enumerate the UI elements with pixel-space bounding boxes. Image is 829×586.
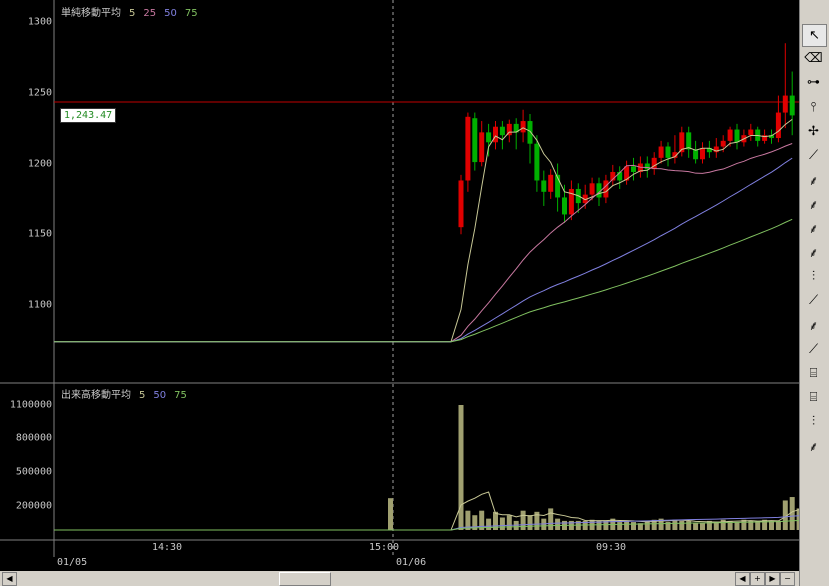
time-axis: 14:30 15:00 09:30 01/05 01/06 — [54, 540, 799, 571]
volume-bar — [693, 523, 699, 530]
date-label: 01/05 — [57, 557, 88, 568]
candle — [631, 166, 636, 172]
volume-bar — [734, 522, 740, 530]
horizontal-line-icon[interactable]: ⊶ — [802, 72, 825, 93]
volume-bar — [769, 520, 774, 530]
candle — [720, 140, 726, 147]
vol-ma-75-label: 75 — [174, 390, 187, 401]
candle — [534, 143, 540, 181]
candle — [782, 95, 788, 113]
candle — [644, 163, 650, 170]
fibonacci-icon[interactable]: ⸙ — [802, 193, 825, 214]
candle — [686, 132, 692, 150]
candle — [700, 147, 705, 160]
vol-ma-5-label: 5 — [139, 390, 146, 401]
volume-bar — [506, 515, 512, 530]
scroll-left-button[interactable]: ◀ — [735, 572, 750, 586]
scroll-left-button[interactable]: ◀ — [2, 572, 17, 586]
ma-25-line — [54, 143, 793, 343]
volume-bar — [679, 520, 685, 530]
candle — [789, 95, 795, 116]
volume-bar — [520, 510, 526, 530]
minimize-icon[interactable]: − — [780, 572, 795, 586]
candle — [775, 112, 781, 139]
price-legend-title: 単純移動平均 — [61, 8, 121, 19]
volume-bar — [548, 508, 554, 530]
scroll-right-button[interactable]: ▶ — [765, 572, 780, 586]
volume-bar — [755, 522, 761, 530]
candle — [472, 118, 478, 163]
speed-lines-icon[interactable]: ⸙ — [802, 218, 825, 239]
cycle-lines-icon[interactable]: ⫶ — [802, 411, 825, 432]
candle — [665, 146, 671, 158]
crosshair-icon[interactable]: ✢ — [802, 121, 825, 142]
price-legend: 単純移動平均 5 25 50 75 — [61, 4, 206, 19]
candle — [603, 180, 609, 198]
channel-icon[interactable]: ⟋ — [802, 339, 825, 360]
parallel-lines-icon[interactable]: ⫶ — [802, 266, 825, 287]
volume-bar — [686, 520, 692, 530]
pitchfork-icon[interactable]: ⸙ — [802, 435, 825, 456]
volume-bar — [458, 405, 464, 530]
candle — [562, 197, 567, 215]
ma-50-label: 50 — [164, 8, 177, 19]
horizontal-scrollbar[interactable]: ◀ ◀ + ▶ − — [0, 571, 799, 586]
candle — [658, 146, 664, 158]
parallel-channel-icon[interactable]: ⌸ — [802, 363, 825, 384]
current-price-tag: 1,243.47 — [60, 108, 117, 123]
candle — [734, 129, 740, 143]
candle — [486, 132, 492, 143]
time-tick: 14:30 — [151, 542, 183, 553]
volume-bar — [775, 520, 781, 530]
chart-canvas[interactable] — [0, 0, 799, 557]
candle — [479, 132, 485, 163]
vol-ma-50-label: 50 — [153, 390, 167, 401]
line-tool-icon[interactable]: ⟋ — [802, 290, 825, 311]
volume-bar — [388, 498, 393, 530]
ma-25-label: 25 — [143, 8, 157, 19]
candle — [548, 174, 554, 192]
candle — [520, 121, 526, 133]
fibonacci-fan-icon[interactable]: ⸙ — [802, 169, 825, 190]
time-tick: 09:30 — [595, 542, 627, 553]
volume-bar — [486, 518, 492, 530]
gann-icon[interactable]: ⸙ — [802, 314, 825, 335]
ma-75-label: 75 — [184, 8, 198, 19]
candle — [589, 183, 595, 195]
add-icon[interactable]: + — [750, 572, 765, 586]
time-tick: 15:00 — [368, 542, 400, 553]
candle — [693, 149, 699, 160]
volume-legend: 出来高移動平均 5 50 75 — [61, 386, 195, 401]
volume-bar — [700, 523, 705, 530]
candle — [465, 116, 471, 181]
volume-bar — [617, 522, 623, 530]
date-label: 01/06 — [396, 557, 427, 568]
eraser-icon[interactable]: ⌫ — [802, 48, 825, 69]
candle — [541, 180, 547, 192]
gann-fan-icon[interactable]: ⸙ — [802, 242, 825, 263]
volume-bar — [555, 518, 561, 530]
volume-legend-title: 出来高移動平均 — [61, 390, 131, 401]
ma-75-line — [54, 218, 793, 343]
candle — [499, 126, 505, 136]
candle — [493, 126, 498, 143]
ma-5-label: 5 — [129, 8, 136, 19]
trendline-icon[interactable]: ⟋ — [802, 145, 825, 166]
volume-bar — [672, 519, 678, 530]
volume-bar — [527, 515, 533, 530]
candle — [748, 129, 754, 136]
volume-bar — [631, 522, 636, 530]
ma-50-line — [54, 157, 793, 343]
candle — [458, 180, 464, 228]
volume-bar — [499, 517, 505, 530]
drawing-toolbar: ↖ ⌫ ⊶ ⫯ ✢ ⟋ ⸙ ⸙ ⸙ ⸙ ⫶ ⟋ ⸙ ⟋ ⌸ ⌸ ⫶ ⸙ — [799, 0, 829, 586]
candle — [527, 121, 533, 144]
cursor-icon[interactable]: ↖ — [802, 24, 827, 47]
candle — [727, 129, 733, 141]
volume-bar — [624, 520, 630, 530]
fibonacci-retracement-icon[interactable]: ⌸ — [802, 387, 825, 408]
vertical-line-icon[interactable]: ⫯ — [802, 97, 825, 118]
scroll-thumb[interactable] — [279, 572, 331, 586]
